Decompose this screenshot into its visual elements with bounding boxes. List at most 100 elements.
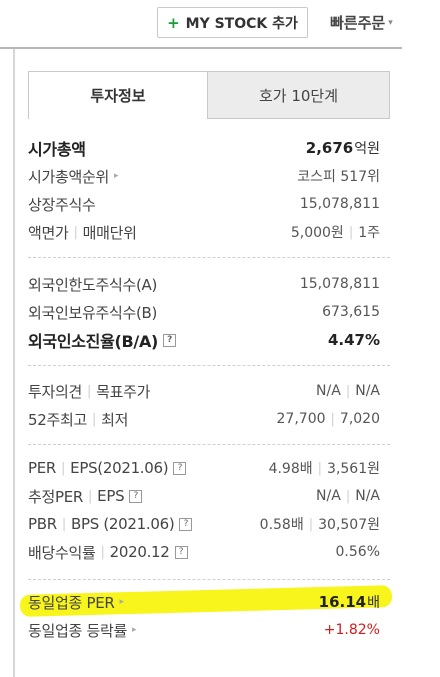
week52-values: 27,700 | 7,020 [277,411,390,427]
industry-per-value: 16.14 배 [319,592,390,612]
tab-investment-info[interactable]: 투자정보 [28,71,208,119]
par-value-b: 1주 [358,225,380,241]
opinion-label-a: 투자의견 [28,382,83,401]
arrow-right-icon: ▸ [114,171,119,181]
foreign-limit-label: 외국인한도주식수(A) [28,275,158,294]
industry-change-value: +1.82% [323,622,380,638]
opinion-values: N/A | N/A [316,383,390,399]
industry-per-unit: 배 [367,595,380,611]
top-divider [0,47,402,49]
industry-change-row: 동일업종 등락률 ▸ +1.82% [28,618,390,642]
industry-change-label[interactable]: 동일업종 등락률 ▸ [28,620,137,641]
help-icon[interactable]: ? [174,545,188,559]
divider: | [330,411,335,427]
quick-order-label: 빠른주문 [330,14,386,32]
add-my-stock-button[interactable]: + MY STOCK 추가 [157,7,308,38]
divider: | [92,411,97,427]
tab-underline [208,118,390,119]
industry-per-number: 16.14 [318,593,367,611]
foreign-ratio-value: 4.47% [327,331,380,349]
tab-order-book-10[interactable]: 호가 10단계 [208,71,390,119]
arrow-right-icon: ▸ [131,625,137,635]
per-eps-values: 4.98배 | 3,561원 [269,458,390,478]
week52-label-a: 52주최고 [28,410,87,429]
divider: | [348,224,354,240]
dividend-label-a: 배당수익률 [28,543,96,562]
market-cap-row: 시가총액 2,676 억원 [28,136,390,160]
divider: | [61,516,66,532]
foreign-limit-row: 외국인한도주식수(A) 15,078,811 [28,272,390,296]
listed-shares-value: 15,078,811 [299,196,380,212]
bps-value: 30,507원 [318,517,380,533]
market-cap-label: 시가총액 [28,140,86,159]
section-divider [28,444,390,445]
par-value-a: 5,000원 [290,225,344,241]
divider: | [345,383,351,399]
opinion-value-b: N/A [355,383,380,399]
par-value-row: 액면가 | 매매단위 5,000원 | 1주 [28,220,390,244]
opinion-label-b: 목표주가 [96,382,151,401]
listed-shares-row: 상장주식수 15,078,811 [28,192,390,216]
divider: | [73,224,78,240]
est-per-label: 추정PER | EPS ? [28,486,143,507]
dividend-label: 배당수익률 | 2020.12 ? [28,542,188,563]
top-bar: + MY STOCK 추가 빠른주문 ▾ [0,0,440,50]
foreign-ratio-text: 외국인소진율(B/A) [28,332,159,351]
help-icon[interactable]: ? [179,517,193,531]
par-value-label: 액면가 | 매매단위 [28,222,137,243]
week52-high: 27,700 [276,411,326,427]
par-label-b: 매매단위 [82,223,137,242]
quick-order-dropdown[interactable]: 빠른주문 ▾ [330,12,393,33]
par-label-a: 액면가 [28,223,69,242]
pbr-bps-label: PBR | BPS (2021.06) ? [28,515,193,533]
help-icon[interactable]: ? [163,333,177,347]
week52-row: 52주최고 | 최저 27,700 | 7,020 [28,407,390,431]
section-divider [28,579,390,580]
par-value-values: 5,000원 | 1주 [291,222,390,242]
arrow-right-icon: ▸ [119,597,125,607]
industry-per-label[interactable]: 동일업종 PER ▸ [28,592,124,613]
listed-shares-label: 상장주식수 [28,195,96,214]
per-label: PER [28,459,57,477]
foreign-holding-label: 외국인보유주식수(B) [28,303,158,322]
est-per-value: N/A [316,488,341,504]
foreign-limit-value: 15,078,811 [299,276,380,292]
divider: | [317,460,323,476]
pbr-label: PBR [28,515,57,533]
opinion-section: 투자의견 | 목표주가 N/A | N/A 52주최고 | 최저 27,700 … [28,377,390,435]
per-value: 4.98배 [268,461,313,477]
divider: | [88,488,93,504]
foreign-ratio-row: 외국인소진율(B/A) ? 4.47% [28,328,390,352]
bps-label: BPS (2021.06) [70,515,175,533]
caret-down-icon: ▾ [388,17,393,28]
market-info-section: 시가총액 2,676 억원 시가총액순위 ▸ 코스피 517위 상장주식수 15… [28,134,390,246]
industry-section: 동일업종 PER ▸ 16.14 배 동일업종 등락률 ▸ +1.82% [28,590,390,646]
opinion-label: 투자의견 | 목표주가 [28,381,150,402]
week52-low: 7,020 [339,411,380,427]
foreign-ownership-section: 외국인한도주식수(A) 15,078,811 외국인보유주식수(B) 673,6… [28,270,390,356]
week52-label-b: 최저 [101,410,129,429]
cap-rank-value: 코스피 517위 [297,169,380,185]
industry-per-row: 동일업종 PER ▸ 16.14 배 [28,590,390,614]
cap-rank-text: 시가총액순위 [28,167,110,186]
per-eps-label: PER | EPS(2021.06) ? [28,459,187,477]
valuation-section: PER | EPS(2021.06) ? 4.98배 | 3,561원 추정PE… [28,454,390,570]
divider: | [345,488,351,504]
foreign-ratio-label: 외국인소진율(B/A) ? [28,328,177,352]
est-eps-label: EPS [97,487,125,505]
section-divider [28,257,390,258]
help-icon[interactable]: ? [129,489,143,503]
panel-left-border [13,49,15,677]
add-my-stock-label: MY STOCK 추가 [185,15,298,32]
divider: | [100,544,105,560]
cap-rank-label[interactable]: 시가총액순위 ▸ [28,166,119,187]
dividend-value: 0.56% [335,544,380,560]
divider: | [87,383,92,399]
pbr-bps-row: PBR | BPS (2021.06) ? 0.58배 | 30,507원 [28,512,390,536]
help-icon[interactable]: ? [173,461,187,475]
industry-per-text: 동일업종 PER [28,593,115,612]
divider: | [308,516,314,532]
cap-rank-row: 시가총액순위 ▸ 코스피 517위 [28,164,390,188]
divider: | [61,460,66,476]
foreign-holding-row: 외국인보유주식수(B) 673,615 [28,300,390,324]
